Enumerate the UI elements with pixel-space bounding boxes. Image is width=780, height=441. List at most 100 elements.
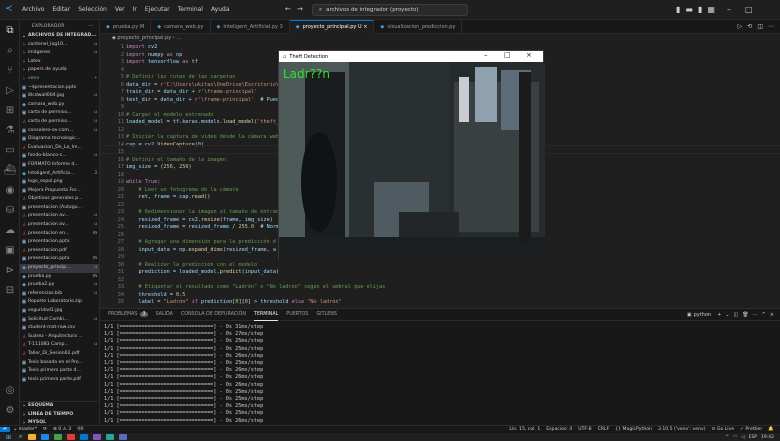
file-tree-item[interactable]: ⅄ presentacion en... m xyxy=(20,230,99,239)
database-icon[interactable]: ⛁ xyxy=(3,204,17,218)
menu-item-archivo[interactable]: Archivo xyxy=(22,6,44,13)
toggle-sidebar-icon[interactable]: ▮ xyxy=(676,5,680,14)
workspace-section[interactable]: ⌄ ARCHIVOS DE INTEGRAD... xyxy=(20,32,99,41)
python-window-icon[interactable] xyxy=(119,434,128,440)
file-tree-item[interactable]: ▣ ~$presentacion.pptx xyxy=(20,84,99,93)
language-indicator[interactable]: ESP xyxy=(749,435,757,440)
toggle-panel-icon[interactable]: ▬ xyxy=(685,5,693,14)
timeline-icon[interactable]: ⊳ xyxy=(3,264,17,278)
file-tree-item[interactable]: ▣ fondo-blanco-c... u xyxy=(20,152,99,161)
tray-chevron-icon[interactable]: ^ xyxy=(725,435,729,440)
panel-tab-consola-de-depuración[interactable]: CONSOLA DE DEPURACIÓN xyxy=(181,309,246,321)
editor-tab[interactable]: ◆ proyecto_principal.py U × xyxy=(289,19,375,34)
windows-start-icon[interactable]: ⊞ xyxy=(6,434,11,441)
python-interpreter[interactable]: 3.10.5 ('venv': venv) xyxy=(658,427,706,432)
file-tree-item[interactable]: ◆ Inteligent_Artificia... 3 xyxy=(20,170,99,179)
branch-status[interactable]: master* xyxy=(19,427,38,432)
file-tree-item[interactable]: ▣ presentacion (Autogu... xyxy=(20,204,99,213)
window-close-icon[interactable]: × xyxy=(526,51,532,59)
file-tree-item[interactable]: ▣ Diagrama tecnologic... xyxy=(20,135,99,144)
ports-status[interactable]: ⚲0 xyxy=(77,427,83,432)
extensions-icon[interactable]: ⊞ xyxy=(3,104,17,118)
app-icon[interactable] xyxy=(54,434,63,440)
nav-forward-icon[interactable]: → xyxy=(297,5,303,13)
file-tree-item[interactable]: ▣ Reporte Laboratorio.zip xyxy=(20,298,99,307)
file-tree-item[interactable]: ▣ presentacion.pptx m xyxy=(20,255,99,264)
storage-icon[interactable]: ⊟ xyxy=(3,284,17,298)
split-editor-icon[interactable]: ◫ xyxy=(757,23,763,30)
breadcrumb[interactable]: ◆ proyecto_principal.py › ... xyxy=(100,34,780,43)
sync-icon[interactable]: ⟳ xyxy=(43,427,47,432)
sidebar-section-1[interactable]: › LÍNEA DE TIEMPO xyxy=(20,411,99,420)
file-tree-item[interactable]: ▣ Mejora Propuesta For... xyxy=(20,187,99,196)
clock[interactable]: 19:42 xyxy=(761,435,774,440)
window-maximize-icon[interactable]: □ xyxy=(504,51,511,59)
problems-status[interactable]: ⊗ 0 ⚠ 3 xyxy=(53,427,71,432)
edge-icon[interactable] xyxy=(41,434,50,440)
jupyter-icon[interactable]: ▣ xyxy=(3,244,17,258)
account-icon[interactable]: ◎ xyxy=(3,384,17,398)
file-tree-item[interactable]: ▣ Solicitud Cambi... u xyxy=(20,316,99,325)
prettier-status[interactable]: ✓ Prettier xyxy=(740,427,762,432)
vscode-taskbar-icon[interactable] xyxy=(80,434,89,440)
close-panel-icon[interactable]: × xyxy=(770,312,774,318)
menu-item-ir[interactable]: Ir xyxy=(133,6,137,13)
file-tree-item[interactable]: › papers de ayuda xyxy=(20,66,99,75)
toggle-secondary-sidebar-icon[interactable]: ▮ xyxy=(698,5,702,14)
file-tree-item[interactable]: ▣ Tesis basada en el Pro... xyxy=(20,359,99,368)
docker-icon[interactable]: ⛴ xyxy=(3,164,17,178)
file-tree-item[interactable]: ⅄ Evaluacion_De_La_Im... xyxy=(20,144,99,153)
more-actions-icon[interactable]: ⋯ xyxy=(753,312,758,318)
maximize-window-icon[interactable]: □ xyxy=(745,5,753,14)
file-tree-item[interactable]: ⅄ presentacion.pdf xyxy=(20,247,99,256)
testing-icon[interactable]: ⚗ xyxy=(3,124,17,138)
file-tree-item[interactable]: › Latex xyxy=(20,58,99,67)
run-debug-icon[interactable]: ▷ xyxy=(3,84,17,98)
wifi-icon[interactable]: ◠ xyxy=(733,435,737,440)
panel-tab-gitlens[interactable]: GITLENS xyxy=(316,309,336,321)
minimize-window-icon[interactable]: – xyxy=(727,5,731,14)
gitlens-icon[interactable]: ◉ xyxy=(3,184,17,198)
panel-tab-problemas[interactable]: PROBLEMAS 3 xyxy=(108,309,148,321)
kill-terminal-icon[interactable]: 🗑 xyxy=(742,312,748,318)
file-tree-item[interactable]: ⅄ carta de permiso... u xyxy=(20,118,99,127)
split-terminal-icon[interactable]: ◫ xyxy=(734,312,739,318)
file-tree-item[interactable]: ▣ consolero-ov-com... u xyxy=(20,127,99,136)
file-explorer-icon[interactable] xyxy=(28,434,37,440)
menu-item-editar[interactable]: Editar xyxy=(52,6,70,13)
file-tree-item[interactable]: ▣ 8lcdwall004.jpg u xyxy=(20,92,99,101)
maximize-panel-icon[interactable]: ^ xyxy=(762,312,766,318)
indentation-status[interactable]: Espacios: 4 xyxy=(546,427,572,432)
menu-item-ver[interactable]: Ver xyxy=(115,6,125,13)
file-tree-item[interactable]: › venv • xyxy=(20,75,99,84)
settings-gear-icon[interactable]: ⚙ xyxy=(3,404,17,418)
command-center-search[interactable]: ⌕ archivos de integrador (proyecto) xyxy=(312,4,468,16)
panel-tab-salida[interactable]: SALIDA xyxy=(156,309,173,321)
menu-item-terminal[interactable]: Terminal xyxy=(178,6,203,13)
remote-explorer-icon[interactable]: ▭ xyxy=(3,144,17,158)
file-tree-item[interactable]: ◆ prueba.py m xyxy=(20,273,99,282)
menu-item-ayuda[interactable]: Ayuda xyxy=(211,6,230,13)
theft-detection-window[interactable]: ▫ Theft Detection – □ × Ladr??n xyxy=(278,50,545,261)
explorer-icon[interactable]: ⧉ xyxy=(3,24,17,38)
search-icon[interactable]: ⌕ xyxy=(3,44,17,58)
terminal-kind[interactable]: python xyxy=(694,312,712,318)
editor-tab[interactable]: ◆ prueba.py M xyxy=(100,19,152,34)
encoding-status[interactable]: UTF-8 xyxy=(578,427,591,432)
volume-icon[interactable]: ◁ xyxy=(741,435,744,440)
file-tree-item[interactable]: ⅄ presentacion av... u xyxy=(20,212,99,221)
file-tree-item[interactable]: ▣ seguridad1.jpg xyxy=(20,307,99,316)
file-tree-item[interactable]: ◆ camara_web.py xyxy=(20,101,99,110)
go-live-button[interactable]: ⊙ Go Live xyxy=(712,427,735,432)
nav-back-icon[interactable]: ← xyxy=(285,5,291,13)
file-tree-item[interactable]: ◆ prueba2.py u xyxy=(20,281,99,290)
editor-tab[interactable]: ◆ visualizacion_prediccion.py xyxy=(374,19,463,34)
cursor-position[interactable]: Lín. 15, col. 1 xyxy=(509,427,540,432)
sidebar-section-0[interactable]: › ESQUEMA xyxy=(20,402,99,411)
new-terminal-icon[interactable]: + xyxy=(717,312,721,318)
teams-icon[interactable] xyxy=(93,434,102,440)
live-share-icon[interactable]: ☁ xyxy=(3,224,17,238)
panel-tab-terminal[interactable]: TERMINAL xyxy=(253,309,279,321)
file-tree-item[interactable]: ▣ tesis primera parte.pdf xyxy=(20,376,99,385)
source-control-icon[interactable]: ⑂ xyxy=(3,64,17,78)
